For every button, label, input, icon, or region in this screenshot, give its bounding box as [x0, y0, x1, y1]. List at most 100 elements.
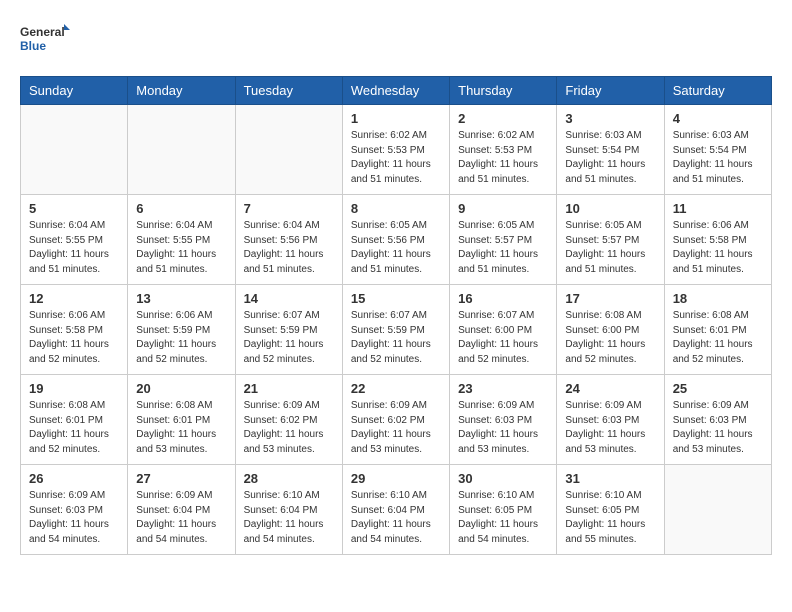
week-row-5: 26 Sunrise: 6:09 AM Sunset: 6:03 PM Dayli… — [21, 465, 772, 555]
calendar-cell: 27Sunrise: 6:09 AM Sunset: 6:04 PM Dayli… — [128, 465, 235, 555]
day-info: Sunrise: 6:10 AM Sunset: 6:04 PM Dayligh… — [244, 489, 334, 547]
day-number: 29 — [351, 471, 441, 486]
day-info: Sunrise: 6:07 AM Sunset: 5:59 PM Dayligh… — [244, 309, 334, 367]
calendar-cell: 14 Sunrise: 6:07 AM Sunset: 5:59 PM Dayli… — [235, 285, 342, 375]
day-number: 6 — [136, 201, 226, 216]
day-number: 24 — [565, 381, 655, 396]
day-info: Sunrise: 6:08 AM Sunset: 6:01 PM Dayligh… — [673, 309, 763, 367]
calendar-cell: 8Sunrise: 6:05 AM Sunset: 5:56 PM Daylig… — [342, 195, 449, 285]
calendar-cell: 5 Sunrise: 6:04 AM Sunset: 5:55 PM Daylig… — [21, 195, 128, 285]
calendar-cell — [664, 465, 771, 555]
svg-text:General: General — [20, 25, 65, 39]
calendar-cell: 20 Sunrise: 6:08 AM Sunset: 6:01 PM Dayli… — [128, 375, 235, 465]
calendar-cell: 24Sunrise: 6:09 AM Sunset: 6:03 PM Dayli… — [557, 375, 664, 465]
calendar-cell: 4Sunrise: 6:03 AM Sunset: 5:54 PM Daylig… — [664, 105, 771, 195]
week-row-1: 1 Sunrise: 6:02 AM Sunset: 5:53 PM Daylig… — [21, 105, 772, 195]
calendar-cell: 25 Sunrise: 6:09 AM Sunset: 6:03 PM Dayli… — [664, 375, 771, 465]
calendar-cell: 28 Sunrise: 6:10 AM Sunset: 6:04 PM Dayli… — [235, 465, 342, 555]
day-info: Sunrise: 6:07 AM Sunset: 5:59 PM Dayligh… — [351, 309, 441, 367]
day-number: 30 — [458, 471, 548, 486]
day-number: 23 — [458, 381, 548, 396]
calendar-cell: 19 Sunrise: 6:08 AM Sunset: 6:01 PM Dayli… — [21, 375, 128, 465]
day-number: 25 — [673, 381, 763, 396]
day-info: Sunrise: 6:08 AM Sunset: 6:01 PM Dayligh… — [29, 399, 119, 457]
day-info: Sunrise: 6:08 AM Sunset: 6:00 PM Dayligh… — [565, 309, 655, 367]
day-info: Sunrise: 6:09 AM Sunset: 6:03 PM Dayligh… — [29, 489, 119, 547]
calendar-cell: 16 Sunrise: 6:07 AM Sunset: 6:00 PM Dayli… — [450, 285, 557, 375]
day-number: 7 — [244, 201, 334, 216]
calendar-cell — [235, 105, 342, 195]
header-tuesday: Tuesday — [235, 77, 342, 105]
day-number: 31 — [565, 471, 655, 486]
calendar-cell: 29 Sunrise: 6:10 AM Sunset: 6:04 PM Dayli… — [342, 465, 449, 555]
calendar-cell: 3 Sunrise: 6:03 AM Sunset: 5:54 PM Daylig… — [557, 105, 664, 195]
day-number: 2 — [458, 111, 548, 126]
day-number: 10 — [565, 201, 655, 216]
svg-text:Blue: Blue — [20, 39, 46, 53]
day-number: 28 — [244, 471, 334, 486]
day-number: 12 — [29, 291, 119, 306]
day-number: 20 — [136, 381, 226, 396]
header-friday: Friday — [557, 77, 664, 105]
day-info: Sunrise: 6:08 AM Sunset: 6:01 PM Dayligh… — [136, 399, 226, 457]
day-number: 17 — [565, 291, 655, 306]
calendar-cell: 10 Sunrise: 6:05 AM Sunset: 5:57 PM Dayli… — [557, 195, 664, 285]
calendar-cell: 9 Sunrise: 6:05 AM Sunset: 5:57 PM Daylig… — [450, 195, 557, 285]
calendar-cell: 17 Sunrise: 6:08 AM Sunset: 6:00 PM Dayli… — [557, 285, 664, 375]
calendar-cell: 23 Sunrise: 6:09 AM Sunset: 6:03 PM Dayli… — [450, 375, 557, 465]
day-info: Sunrise: 6:09 AM Sunset: 6:03 PM Dayligh… — [458, 399, 548, 457]
day-info: Sunrise: 6:09 AM Sunset: 6:02 PM Dayligh… — [244, 399, 334, 457]
day-number: 19 — [29, 381, 119, 396]
day-number: 3 — [565, 111, 655, 126]
calendar-cell: 6 Sunrise: 6:04 AM Sunset: 5:55 PM Daylig… — [128, 195, 235, 285]
day-number: 27 — [136, 471, 226, 486]
day-number: 11 — [673, 201, 763, 216]
day-info: Sunrise: 6:04 AM Sunset: 5:55 PM Dayligh… — [136, 219, 226, 277]
day-number: 16 — [458, 291, 548, 306]
day-info: Sunrise: 6:02 AM Sunset: 5:53 PM Dayligh… — [458, 129, 548, 187]
day-info: Sunrise: 6:06 AM Sunset: 5:59 PM Dayligh… — [136, 309, 226, 367]
calendar-cell: 7 Sunrise: 6:04 AM Sunset: 5:56 PM Daylig… — [235, 195, 342, 285]
header-monday: Monday — [128, 77, 235, 105]
day-info: Sunrise: 6:06 AM Sunset: 5:58 PM Dayligh… — [673, 219, 763, 277]
calendar-cell — [21, 105, 128, 195]
calendar-cell: 31 Sunrise: 6:10 AM Sunset: 6:05 PM Dayli… — [557, 465, 664, 555]
day-info: Sunrise: 6:05 AM Sunset: 5:57 PM Dayligh… — [458, 219, 548, 277]
day-info: Sunrise: 6:03 AM Sunset: 5:54 PM Dayligh… — [673, 129, 763, 187]
header-wednesday: Wednesday — [342, 77, 449, 105]
calendar-header-row: SundayMondayTuesdayWednesdayThursdayFrid… — [21, 77, 772, 105]
day-number: 26 — [29, 471, 119, 486]
week-row-2: 5 Sunrise: 6:04 AM Sunset: 5:55 PM Daylig… — [21, 195, 772, 285]
calendar-table: SundayMondayTuesdayWednesdayThursdayFrid… — [20, 76, 772, 555]
day-number: 5 — [29, 201, 119, 216]
header-sunday: Sunday — [21, 77, 128, 105]
day-number: 21 — [244, 381, 334, 396]
calendar-cell: 12Sunrise: 6:06 AM Sunset: 5:58 PM Dayli… — [21, 285, 128, 375]
header-thursday: Thursday — [450, 77, 557, 105]
calendar-cell: 21 Sunrise: 6:09 AM Sunset: 6:02 PM Dayli… — [235, 375, 342, 465]
day-number: 1 — [351, 111, 441, 126]
day-number: 9 — [458, 201, 548, 216]
week-row-3: 12Sunrise: 6:06 AM Sunset: 5:58 PM Dayli… — [21, 285, 772, 375]
day-info: Sunrise: 6:05 AM Sunset: 5:56 PM Dayligh… — [351, 219, 441, 277]
day-number: 15 — [351, 291, 441, 306]
calendar-cell: 13 Sunrise: 6:06 AM Sunset: 5:59 PM Dayli… — [128, 285, 235, 375]
logo: General Blue — [20, 20, 70, 60]
day-info: Sunrise: 6:10 AM Sunset: 6:04 PM Dayligh… — [351, 489, 441, 547]
day-info: Sunrise: 6:04 AM Sunset: 5:56 PM Dayligh… — [244, 219, 334, 277]
day-info: Sunrise: 6:03 AM Sunset: 5:54 PM Dayligh… — [565, 129, 655, 187]
day-number: 18 — [673, 291, 763, 306]
day-info: Sunrise: 6:09 AM Sunset: 6:03 PM Dayligh… — [673, 399, 763, 457]
day-number: 14 — [244, 291, 334, 306]
logo-svg: General Blue — [20, 20, 70, 60]
day-info: Sunrise: 6:09 AM Sunset: 6:02 PM Dayligh… — [351, 399, 441, 457]
calendar-cell: 11 Sunrise: 6:06 AM Sunset: 5:58 PM Dayli… — [664, 195, 771, 285]
day-info: Sunrise: 6:07 AM Sunset: 6:00 PM Dayligh… — [458, 309, 548, 367]
day-info: Sunrise: 6:10 AM Sunset: 6:05 PM Dayligh… — [565, 489, 655, 547]
day-info: Sunrise: 6:10 AM Sunset: 6:05 PM Dayligh… — [458, 489, 548, 547]
day-number: 13 — [136, 291, 226, 306]
day-info: Sunrise: 6:02 AM Sunset: 5:53 PM Dayligh… — [351, 129, 441, 187]
day-info: Sunrise: 6:05 AM Sunset: 5:57 PM Dayligh… — [565, 219, 655, 277]
calendar-cell: 30 Sunrise: 6:10 AM Sunset: 6:05 PM Dayli… — [450, 465, 557, 555]
day-info: Sunrise: 6:04 AM Sunset: 5:55 PM Dayligh… — [29, 219, 119, 277]
